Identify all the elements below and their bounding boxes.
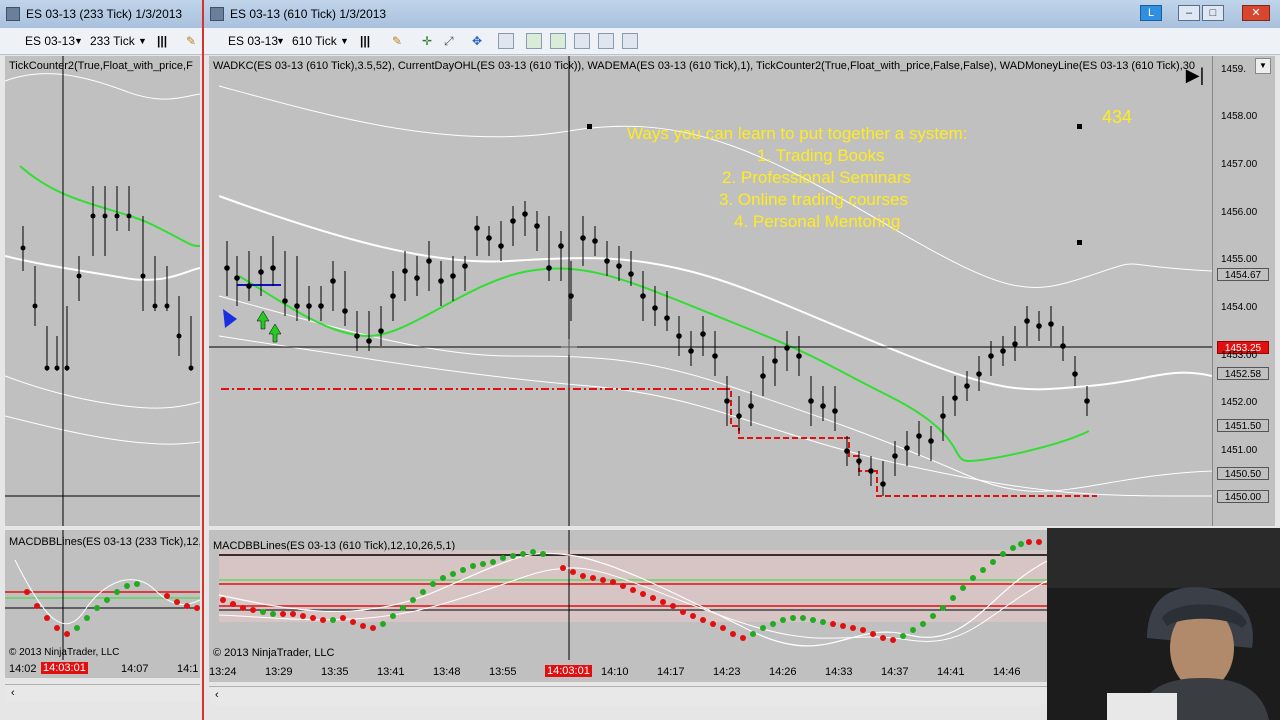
- left-chart-window: ES 03-13 (233 Tick) 1/3/2013 ES 03-13 ▼ …: [0, 0, 205, 720]
- time-label: 14:33: [825, 666, 853, 678]
- overlay-item-courses: 3. Online trading courses: [719, 190, 908, 209]
- draw-pencil-icon[interactable]: ✎: [392, 34, 402, 48]
- price-label: 1459.: [1221, 64, 1247, 75]
- lower-band-price-box: 1450.50: [1217, 467, 1269, 480]
- time-label: 14:17: [657, 666, 685, 678]
- overlay-item-mentoring: 4. Personal Mentoring: [734, 212, 901, 231]
- time-label: 14:37: [881, 666, 909, 678]
- scroll-left-icon[interactable]: ‹: [215, 689, 219, 701]
- left-price-plot: [5, 56, 200, 526]
- main-macd-panel[interactable]: MACDBBLines(ES 03-13 (610 Tick),12,10,26…: [209, 530, 1049, 660]
- bar-type-icon[interactable]: |||: [157, 34, 167, 48]
- left-macd-plot: © 2013 NinjaTrader, LLC: [5, 530, 200, 660]
- left-time-label: 14:1: [177, 663, 199, 675]
- left-macd-panel[interactable]: MACDBBLines(ES 03-13 (233 Tick),12, © 20…: [5, 530, 200, 660]
- chevron-down-icon[interactable]: ▼: [74, 36, 83, 46]
- left-time-axis: 14:02 14:03:01 14:07 14:1: [5, 660, 200, 678]
- move-icon[interactable]: ✥: [472, 34, 482, 48]
- time-label: 13:35: [321, 666, 349, 678]
- chevron-down-icon[interactable]: ▼: [340, 36, 349, 46]
- time-label: 14:10: [601, 666, 629, 678]
- ema-price-box: 1451.50: [1217, 419, 1269, 432]
- properties-icon[interactable]: [498, 33, 514, 49]
- left-interval-selector[interactable]: 233 Tick: [90, 34, 135, 48]
- left-copyright: © 2013 NinjaTrader, LLC: [9, 647, 119, 658]
- main-window-title: ES 03-13 (610 Tick) 1/3/2013: [230, 7, 387, 21]
- main-copyright: © 2013 NinjaTrader, LLC: [213, 647, 334, 659]
- price-label: 1458.00: [1221, 111, 1258, 122]
- webcam-overlay: [1047, 528, 1280, 720]
- tick-counter: 434: [1102, 107, 1133, 127]
- time-label: 13:55: [489, 666, 517, 678]
- upper-band-price-box: 1454.67: [1217, 268, 1269, 281]
- price-label: 1455.00: [1221, 254, 1258, 265]
- strategy-icon[interactable]: [550, 33, 566, 49]
- main-interval-selector[interactable]: 610 Tick: [292, 34, 337, 48]
- price-label: 1454.00: [1221, 302, 1258, 313]
- caps-lock-button[interactable]: L: [1140, 5, 1162, 21]
- main-price-axis[interactable]: 1459. 1458.00 1457.00 1456.00 1455.00 14…: [1212, 56, 1275, 526]
- main-title-bar[interactable]: ES 03-13 (610 Tick) 1/3/2013 L – □ ✕: [204, 0, 1280, 29]
- minimize-icon[interactable]: –: [1178, 5, 1200, 21]
- price-label: 1456.00: [1221, 207, 1258, 218]
- chevron-down-icon[interactable]: ▼: [1255, 58, 1271, 74]
- left-horizontal-scrollbar[interactable]: ‹: [5, 684, 200, 703]
- left-cursor-time: 14:03:01: [41, 662, 88, 674]
- left-instrument-selector[interactable]: ES 03-13: [25, 34, 75, 48]
- time-label: 13:41: [377, 666, 405, 678]
- low-price-box: 1450.00: [1217, 490, 1269, 503]
- main-price-panel[interactable]: WADKC(ES 03-13 (610 Tick),3.5,52), Curre…: [209, 56, 1212, 526]
- chevron-down-icon[interactable]: ▼: [276, 36, 285, 46]
- chevron-down-icon[interactable]: ▼: [138, 36, 147, 46]
- scroll-end-icon[interactable]: ▶|: [1184, 64, 1206, 86]
- time-label: 13:24: [209, 666, 237, 678]
- window-icon: [6, 7, 20, 21]
- zoom-icon[interactable]: ⤢: [444, 34, 454, 49]
- price-label: 1453.00: [1221, 350, 1258, 361]
- price-label: 1457.00: [1221, 159, 1258, 170]
- cursor-time-label: 14:03:01: [545, 665, 592, 677]
- data-box-icon[interactable]: [526, 33, 542, 49]
- left-time-label: 14:02: [9, 663, 37, 675]
- maximize-icon[interactable]: □: [1202, 5, 1224, 21]
- left-title-bar[interactable]: ES 03-13 (233 Tick) 1/3/2013: [0, 0, 205, 29]
- left-price-panel[interactable]: TickCounter2(True,Float_with_price,F: [5, 56, 200, 526]
- close-icon[interactable]: ✕: [1242, 5, 1270, 21]
- time-label: 13:29: [265, 666, 293, 678]
- middle-band-price-box: 1452.58: [1217, 367, 1269, 380]
- time-label: 14:46: [993, 666, 1021, 678]
- time-label: 14:23: [713, 666, 741, 678]
- time-label: 14:41: [937, 666, 965, 678]
- chart-trader-icon[interactable]: [598, 33, 614, 49]
- main-toolbar: ES 03-13 ▼ 610 Tick ▼ ||| ✎ ✛ ⤢ ✥: [204, 28, 1280, 55]
- window-icon: [210, 7, 224, 21]
- bar-type-icon[interactable]: |||: [360, 34, 370, 48]
- main-instrument-selector[interactable]: ES 03-13: [228, 34, 278, 48]
- overlay-item-seminars: 2. Professional Seminars: [722, 168, 911, 187]
- scroll-left-icon[interactable]: ‹: [11, 687, 15, 699]
- crosshair-icon[interactable]: ✛: [422, 34, 432, 48]
- main-time-axis[interactable]: 13:24 13:29 13:35 13:41 13:48 13:55 14:0…: [209, 660, 1049, 682]
- overlay-title: Ways you can learn to put together a sys…: [627, 124, 968, 143]
- price-label: 1451.00: [1221, 445, 1258, 456]
- time-label: 13:48: [433, 666, 461, 678]
- left-window-title: ES 03-13 (233 Tick) 1/3/2013: [26, 7, 183, 21]
- left-time-label: 14:07: [121, 663, 149, 675]
- alert-icon[interactable]: [574, 33, 590, 49]
- template-icon[interactable]: [622, 33, 638, 49]
- draw-pencil-icon[interactable]: ✎: [186, 34, 196, 48]
- time-label: 14:26: [769, 666, 797, 678]
- main-macd-plot: © 2013 NinjaTrader, LLC: [213, 530, 1049, 660]
- left-toolbar: ES 03-13 ▼ 233 Tick ▼ ||| ✎: [0, 28, 205, 55]
- price-label: 1452.00: [1221, 397, 1258, 408]
- main-horizontal-scrollbar[interactable]: ‹: [209, 686, 1049, 705]
- presenter-video: [1047, 528, 1280, 720]
- overlay-item-books: 1. Trading Books: [757, 146, 885, 165]
